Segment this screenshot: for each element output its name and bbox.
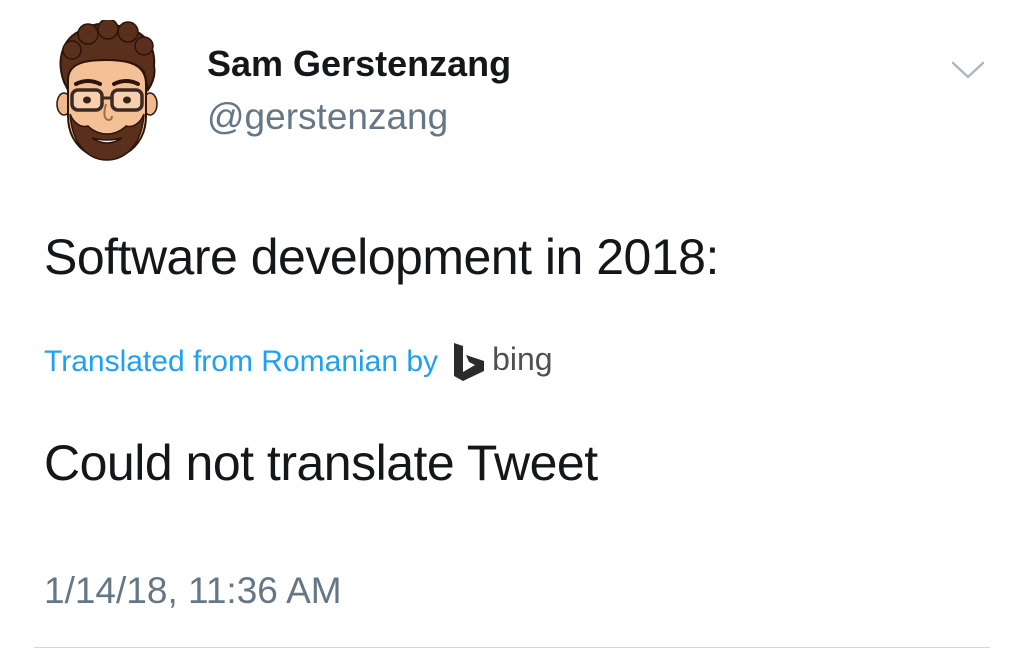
translation-notice[interactable]: Translated from Romanian by bing	[44, 340, 553, 384]
chevron-down-icon	[951, 61, 985, 79]
tweet-timestamp[interactable]: 1/14/18, 11:36 AM	[44, 572, 342, 609]
bing-logo: bing	[452, 341, 553, 383]
tweet-text: Software development in 2018:	[44, 229, 719, 285]
author-handle[interactable]: @gerstenzang	[207, 98, 448, 135]
author-display-name[interactable]: Sam Gerstenzang	[207, 46, 511, 82]
tweet-menu-button[interactable]	[950, 58, 986, 82]
divider	[34, 647, 990, 648]
bing-logo-icon	[454, 343, 485, 381]
bitmoji-avatar-icon	[56, 18, 158, 161]
avatar[interactable]	[48, 18, 166, 168]
translation-text: Could not translate Tweet	[44, 435, 598, 491]
bing-wordmark: bing	[492, 341, 553, 377]
translation-notice-label[interactable]: Translated from Romanian by	[44, 347, 438, 377]
